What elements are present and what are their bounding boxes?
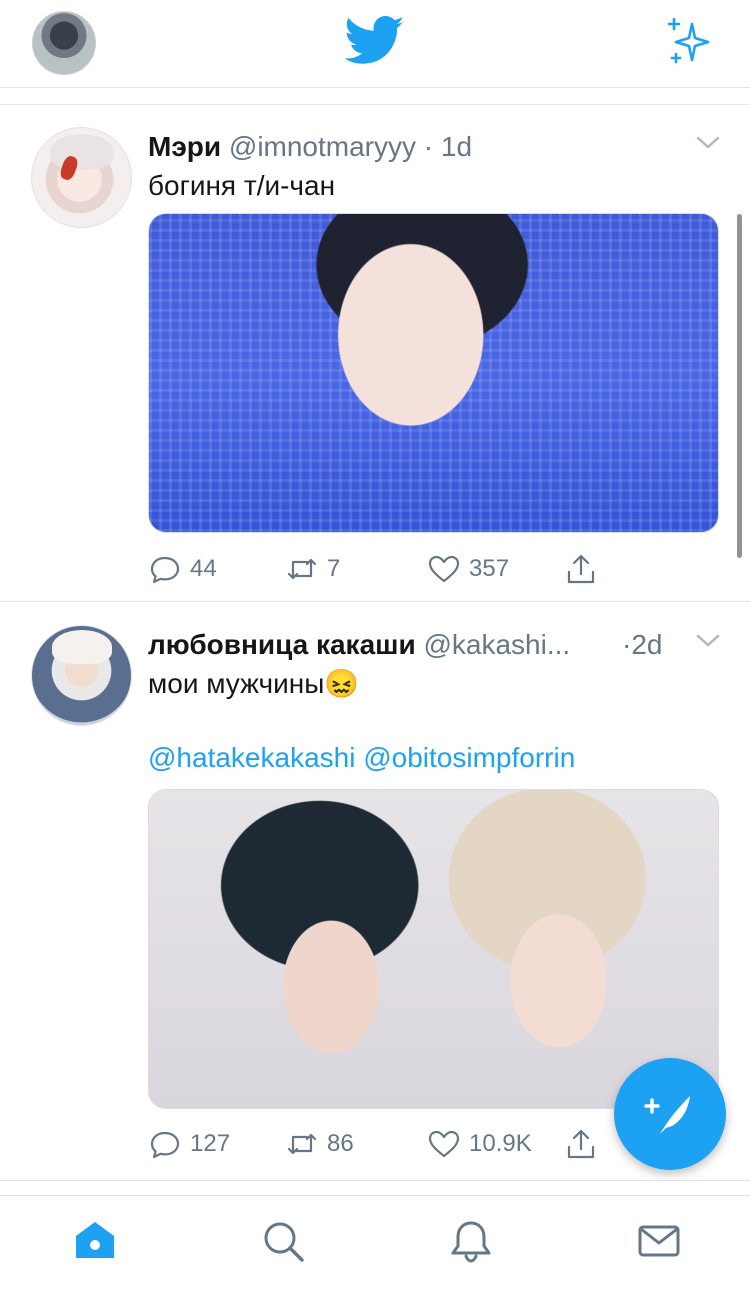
tweet-media-image[interactable]: [148, 213, 719, 533]
retweet-button[interactable]: 7: [285, 549, 340, 589]
avatar-hair: [50, 134, 114, 170]
like-count: 10.9K: [469, 1130, 532, 1157]
retweet-count: 86: [327, 1130, 354, 1157]
like-button[interactable]: 357: [427, 549, 509, 589]
chevron-down-icon[interactable]: [696, 135, 720, 151]
tweet-mentions: @hatakekakashi @obitosimpforrin: [148, 739, 575, 777]
tweet-text: богиня т/и-чан: [148, 170, 336, 201]
share-icon: [567, 1129, 595, 1159]
home-icon[interactable]: [72, 1218, 118, 1264]
tweet-header: Мэри @imnotmaryyy · 1d: [148, 129, 472, 165]
search-icon[interactable]: [260, 1218, 306, 1264]
retweet-icon: [287, 1133, 317, 1155]
tweet-header: любовница какаши @kakashi...: [148, 627, 570, 663]
retweet-count: 7: [327, 555, 341, 582]
tweet-author-avatar[interactable]: [31, 127, 132, 228]
tweet-author-handle[interactable]: @imnotmaryyy: [229, 131, 416, 162]
reply-icon: [150, 1131, 180, 1159]
twitter-bird-icon[interactable]: [345, 16, 405, 66]
chevron-down-icon[interactable]: [696, 633, 720, 649]
tweet-author-name[interactable]: Мэри: [148, 131, 221, 162]
share-button[interactable]: [564, 549, 598, 589]
messages-icon[interactable]: [636, 1218, 682, 1264]
mention-link[interactable]: @obitosimpforrin: [363, 742, 575, 773]
compose-feather-icon: [644, 1096, 690, 1134]
like-count: 357: [469, 555, 510, 582]
reply-count: 44: [190, 555, 217, 582]
profile-avatar[interactable]: [32, 11, 96, 75]
tweet-time-wrap: ·2d: [622, 627, 662, 663]
tweet-separator: ·: [622, 629, 632, 660]
reply-icon: [150, 556, 180, 584]
tweet-author-name[interactable]: любовница какаши: [148, 629, 416, 660]
tweet[interactable]: Мэри @imnotmaryyy · 1d богиня т/и-чан 44…: [0, 105, 750, 602]
tweet-separator: ·: [423, 131, 434, 162]
scrollbar[interactable]: [737, 214, 742, 558]
sparkle-icon[interactable]: [662, 16, 714, 68]
reply-button[interactable]: 127: [148, 1124, 230, 1164]
tweet-text: мои мужчины😖: [148, 668, 360, 699]
tweet-media-image[interactable]: [148, 789, 719, 1109]
reply-count: 127: [190, 1130, 231, 1157]
like-button[interactable]: 10.9K: [427, 1124, 532, 1164]
tweet-time: 1d: [440, 131, 473, 162]
tweet-author-handle[interactable]: @kakashi...: [423, 629, 570, 660]
tweet-actions: 44 7 357: [148, 549, 608, 589]
share-button[interactable]: [564, 1124, 598, 1164]
tweet-time: 2d: [631, 629, 663, 660]
retweet-icon: [287, 558, 317, 580]
heart-icon: [428, 1130, 460, 1158]
mention-link[interactable]: @hatakekakashi: [148, 742, 355, 773]
compose-tweet-button[interactable]: [614, 1058, 726, 1170]
bottom-navigation: [0, 1195, 750, 1292]
tweet-author-avatar[interactable]: [31, 625, 132, 726]
top-bar: [0, 0, 750, 88]
tweet-actions: 127 86 10.9K: [148, 1124, 608, 1164]
share-icon: [567, 554, 595, 584]
avatar-hair: [52, 630, 112, 664]
notifications-icon[interactable]: [448, 1218, 494, 1264]
heart-icon: [428, 555, 460, 583]
reply-button[interactable]: 44: [148, 549, 217, 589]
retweet-button[interactable]: 86: [285, 1124, 354, 1164]
